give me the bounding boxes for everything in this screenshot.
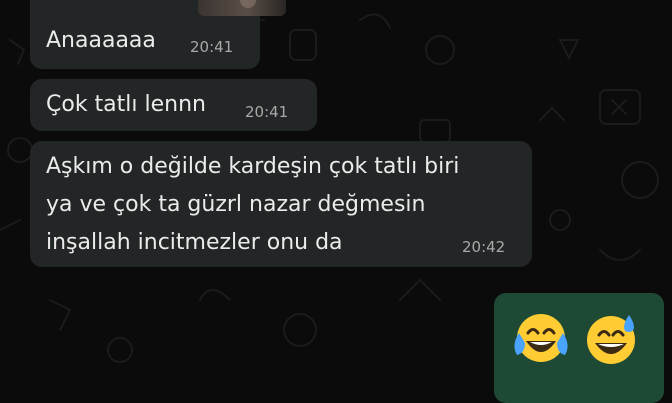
message-text-line: Aşkım o değilde kardeşin çok tatlı biri [46, 154, 460, 179]
message-timestamp: 20:41 [245, 103, 289, 121]
face-with-tears-of-joy-icon [510, 311, 572, 371]
message-text-line: ya ve çok ta güzrl nazar değmesin [46, 192, 426, 217]
message-timestamp: 20:41 [190, 38, 234, 56]
grinning-face-with-sweat-icon [580, 311, 642, 371]
message-bubble[interactable]: Anaaaaaa 20:41 [30, 0, 286, 69]
message-text: Çok tatlı lennn [46, 92, 206, 117]
message-text: Anaaaaaa [46, 28, 156, 53]
message-bubble[interactable]: Çok tatlı lennn 20:41 [30, 79, 317, 131]
image-preview-edge[interactable] [198, 0, 286, 16]
message-text-line: inşallah incitmezler onu da [46, 230, 343, 255]
message-bubble[interactable]: Aşkım o değilde kardeşin çok tatlı biri … [30, 141, 532, 267]
message-timestamp: 20:42 [462, 238, 506, 256]
outgoing-emoji-message[interactable] [494, 293, 664, 403]
